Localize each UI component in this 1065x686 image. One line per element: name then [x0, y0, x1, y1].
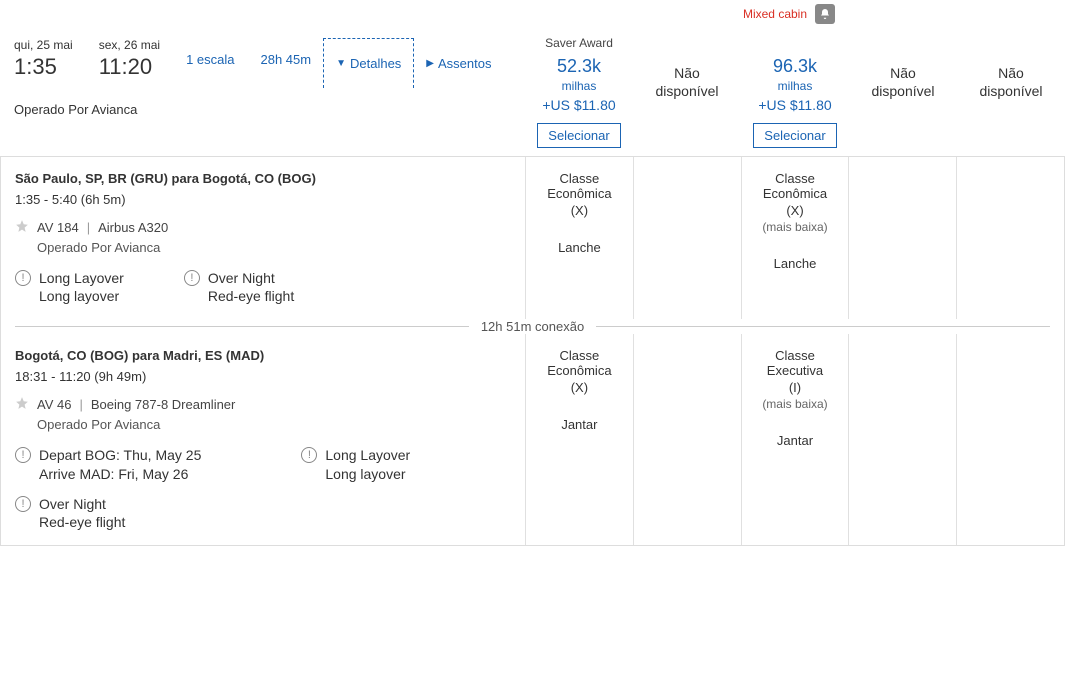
fare-miles: 52.3k: [557, 56, 601, 77]
fare-miles-label: milhas: [778, 79, 813, 93]
seg-fare-cell: Classe Econômica (X) Lanche: [526, 157, 634, 319]
seg-fare-cell: [957, 334, 1064, 545]
fare-miles-label: milhas: [562, 79, 597, 93]
seg-fare-cell: [634, 157, 742, 319]
mixed-cabin-label: Mixed cabin: [743, 7, 807, 21]
bell-icon[interactable]: [815, 4, 835, 24]
seg-fare-cell: [634, 334, 742, 545]
aircraft: Boeing 787-8 Dreamliner: [91, 397, 236, 412]
details-panel: São Paulo, SP, BR (GRU) para Bogotá, CO …: [0, 156, 1065, 546]
aircraft: Airbus A320: [98, 220, 168, 235]
segment-operated: Operado Por Avianca: [37, 417, 511, 432]
segment-row: São Paulo, SP, BR (GRU) para Bogotá, CO …: [1, 157, 1064, 319]
departure-time: 1:35: [14, 54, 73, 80]
segment-route: Bogotá, CO (BOG) para Madri, ES (MAD): [15, 348, 511, 363]
info-icon: !: [15, 447, 31, 463]
saver-badge: Saver Award: [545, 36, 613, 50]
connection-bar: 12h 51m conexão: [1, 319, 1064, 334]
info-icon: !: [15, 496, 31, 512]
arrival-date: sex, 26 mai: [99, 38, 160, 52]
info-icon: !: [301, 447, 317, 463]
seg-fare-cell: Classe Econômica (X) (mais baixa) Lanche: [742, 157, 850, 319]
tab-details[interactable]: ▼ Detalhes: [323, 38, 414, 88]
fare-col-1: Não disponível: [633, 28, 741, 156]
fare-col-0[interactable]: Saver Award 52.3k milhas +US $11.80 Sele…: [525, 28, 633, 156]
arrival-time: 11:20: [99, 54, 160, 80]
fare-col-3: Não disponível: [849, 28, 957, 156]
connection-text: 12h 51m conexão: [469, 319, 596, 334]
flight-summary-row: qui, 25 mai 1:35 sex, 26 mai 11:20 1 esc…: [0, 28, 1065, 156]
warning-block: ! Over Night Red-eye flight: [15, 495, 125, 531]
seg-fare-cell: Classe Executiva (I) (mais baixa) Jantar: [742, 334, 850, 545]
seg-fare-cell: [957, 157, 1064, 319]
warning-block: ! Depart BOG: Thu, May 25 Arrive MAD: Fr…: [15, 446, 201, 482]
segment-route: São Paulo, SP, BR (GRU) para Bogotá, CO …: [15, 171, 511, 186]
warning-block: ! Long Layover Long layover: [301, 446, 410, 482]
star-icon: [15, 219, 29, 236]
stops-link[interactable]: 1 escala: [186, 38, 234, 67]
fare-plus: +US $11.80: [758, 97, 831, 113]
tab-seats[interactable]: ▶ Assentos: [414, 38, 503, 88]
select-button[interactable]: Selecionar: [537, 123, 620, 148]
departure-block: qui, 25 mai 1:35: [14, 38, 73, 80]
flight-number: AV 184: [37, 220, 79, 235]
info-icon: !: [15, 270, 31, 286]
seg-fare-cell: Classe Econômica (X) Jantar: [526, 334, 634, 545]
fare-miles: 96.3k: [773, 56, 817, 77]
info-icon: !: [184, 270, 200, 286]
seg-fare-cell: [849, 157, 957, 319]
mixed-cabin-row: Mixed cabin: [0, 0, 1065, 28]
duration-label: 28h 45m: [260, 38, 311, 67]
tab-seats-label: Assentos: [438, 56, 491, 71]
warning-block: ! Over Night Red-eye flight: [184, 269, 294, 305]
select-button[interactable]: Selecionar: [753, 123, 836, 148]
segment-row: Bogotá, CO (BOG) para Madri, ES (MAD) 18…: [1, 334, 1064, 545]
star-icon: [15, 396, 29, 413]
not-available: Não disponível: [979, 64, 1042, 100]
fare-col-4: Não disponível: [957, 28, 1065, 156]
fare-plus: +US $11.80: [542, 97, 615, 113]
seg-fare-cell: [849, 334, 957, 545]
not-available: Não disponível: [655, 64, 718, 100]
arrival-block: sex, 26 mai 11:20: [99, 38, 160, 80]
tab-details-label: Detalhes: [350, 56, 401, 71]
warning-block: ! Long Layover Long layover: [15, 269, 124, 305]
segment-times: 1:35 - 5:40 (6h 5m): [15, 192, 511, 207]
caret-right-icon: ▶: [426, 58, 434, 69]
segment-operated: Operado Por Avianca: [37, 240, 511, 255]
departure-date: qui, 25 mai: [14, 38, 73, 52]
operated-by: Operado Por Avianca: [14, 102, 511, 117]
segment-times: 18:31 - 11:20 (9h 49m): [15, 369, 511, 384]
not-available: Não disponível: [871, 64, 934, 100]
flight-number: AV 46: [37, 397, 71, 412]
caret-down-icon: ▼: [336, 58, 346, 69]
fare-col-2[interactable]: . 96.3k milhas +US $11.80 Selecionar: [741, 28, 849, 156]
